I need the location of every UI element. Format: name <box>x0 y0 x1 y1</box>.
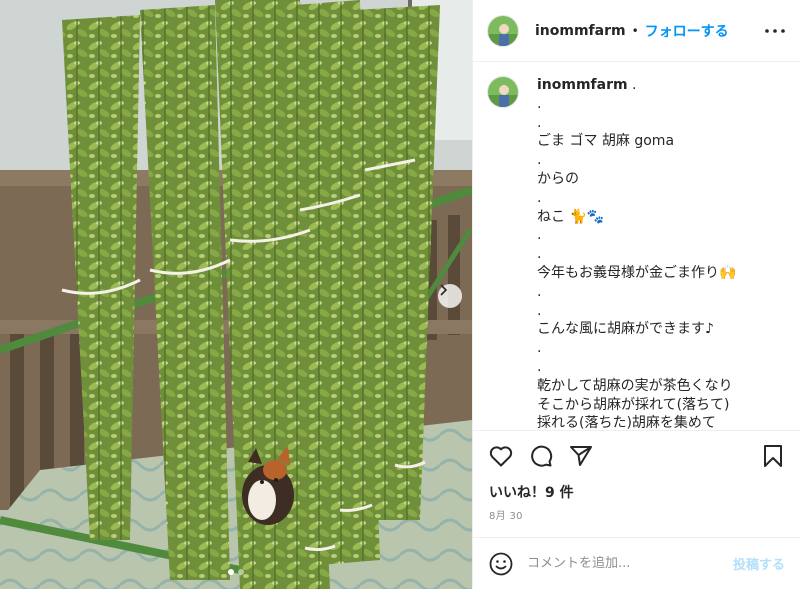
caption-line: . <box>537 340 542 357</box>
carousel-dot <box>238 569 244 575</box>
avatar-image <box>488 15 518 46</box>
chevron-right-icon <box>440 284 448 296</box>
carousel-next-button[interactable] <box>438 284 462 308</box>
heart-icon <box>489 445 513 466</box>
caption-line: 採れる(落ちた)胡麻を集めて <box>537 415 716 430</box>
carousel-dot <box>228 569 234 575</box>
carousel-indicator <box>0 569 472 575</box>
caption-line: こんな風に胡麻ができます♪ <box>537 321 714 338</box>
share-button[interactable] <box>569 444 593 468</box>
caption-avatar[interactable] <box>487 76 519 108</box>
bookmark-icon <box>764 444 782 467</box>
comment-bar: 投稿する <box>473 537 800 589</box>
post-comment-button[interactable]: 投稿する <box>733 554 785 573</box>
caption-lines: .. ごま ゴマ 胡麻 goma. からの. ねこ 🐈🐾.. 今年もお義母様が金ごま作り… <box>537 95 747 430</box>
smile-icon <box>489 552 513 575</box>
follow-button[interactable]: フォローする <box>645 21 729 41</box>
caption-line: そこから胡麻が採れて(落ちて) <box>537 396 730 413</box>
post-photo[interactable] <box>0 0 472 589</box>
caption-first-line: inommfarm . <box>537 76 747 95</box>
caption-line: . <box>537 227 542 244</box>
comment-button[interactable] <box>529 444 553 468</box>
more-options-button[interactable] <box>763 19 787 43</box>
caption-line: . <box>537 189 542 206</box>
caption-line: 乾かして胡麻の実が茶色くなり <box>537 377 733 394</box>
post-header: inommfarm • フォローする <box>473 0 800 62</box>
post-date[interactable]: 8月 30 <box>489 507 523 522</box>
avatar-image <box>488 77 518 107</box>
comment-icon <box>531 445 553 467</box>
more-horizontal-icon <box>765 28 785 33</box>
caption-line: からの <box>537 170 579 187</box>
caption-line: . <box>537 152 542 169</box>
save-button[interactable] <box>761 444 785 468</box>
action-bar <box>473 430 800 480</box>
caption-line: . <box>537 283 542 300</box>
caption-line: . <box>537 246 542 263</box>
like-count[interactable]: いいね！9 件 <box>489 482 574 502</box>
like-button[interactable] <box>489 444 513 468</box>
caption-first-line-suffix: . <box>627 77 637 93</box>
sesame-bundles-photo <box>0 0 472 589</box>
header-separator: • <box>631 23 639 38</box>
avatar[interactable] <box>487 14 519 47</box>
caption-text: inommfarm . .. ごま ゴマ 胡麻 goma. からの. ねこ 🐈🐾.. 今… <box>537 76 747 430</box>
caption-line: . <box>537 302 542 319</box>
caption-line: ねこ 🐈🐾 <box>537 208 605 225</box>
caption-username[interactable]: inommfarm <box>537 77 628 93</box>
caption-line: . <box>537 114 542 131</box>
comment-input[interactable] <box>527 556 733 571</box>
emoji-button[interactable] <box>489 552 513 576</box>
caption-line: . <box>537 358 542 375</box>
post-username[interactable]: inommfarm <box>535 23 626 39</box>
caption-line: 今年もお義母様が金ごま作り🙌 <box>537 264 737 281</box>
caption: inommfarm . .. ごま ゴマ 胡麻 goma. からの. ねこ 🐈🐾.. 今… <box>487 76 787 430</box>
caption-line: ごま ゴマ 胡麻 goma <box>537 133 675 150</box>
caption-scroll-area[interactable]: inommfarm . .. ごま ゴマ 胡麻 goma. からの. ねこ 🐈🐾.. 今… <box>473 62 800 430</box>
post-detail-panel: inommfarm • フォローする inommfarm . .. ごま ゴマ 胡… <box>472 0 800 589</box>
share-icon <box>570 445 592 466</box>
caption-line: . <box>537 95 542 112</box>
